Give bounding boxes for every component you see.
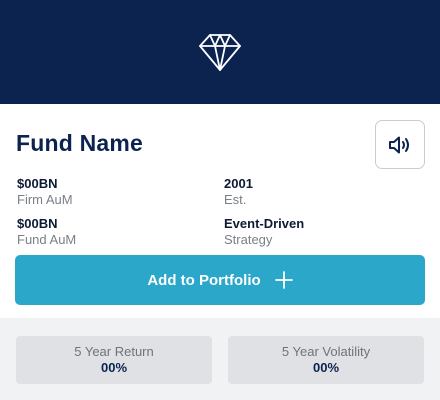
metric-5-year-volatility: 5 Year Volatility 00%: [228, 336, 424, 384]
add-to-portfolio-button[interactable]: Add to Portfolio: [15, 255, 425, 305]
stat-value: $00BN: [17, 176, 58, 191]
stat-value: 2001: [224, 176, 253, 191]
plus-icon: [274, 271, 293, 289]
add-to-portfolio-label: Add to Portfolio: [147, 271, 261, 289]
stat-value: Event-Driven: [224, 216, 305, 231]
metrics-footer: 5 Year Return 00% 5 Year Volatility 00%: [0, 318, 440, 400]
diamond-icon: [198, 32, 242, 72]
stat-strategy: Event-Driven Strategy: [224, 216, 304, 248]
fund-card: Fund Name $00BN Firm AuM 2001 Est. $00BN…: [0, 104, 440, 318]
metric-5-year-return: 5 Year Return 00%: [16, 336, 212, 384]
metric-label: 5 Year Return: [74, 344, 154, 359]
stat-label: Strategy: [224, 232, 273, 247]
metric-value: 00%: [100, 360, 128, 375]
metric-value: 00%: [312, 360, 340, 375]
stat-label: Firm AuM: [17, 192, 73, 207]
hero-banner: [0, 0, 440, 104]
fund-name: Fund Name: [16, 130, 144, 156]
metric-label: 5 Year Volatility: [281, 344, 371, 359]
stat-fund-aum: $00BN Fund AuM: [17, 216, 76, 248]
stat-label: Est.: [224, 192, 247, 207]
stat-established: 2001 Est.: [224, 176, 253, 208]
sound-button[interactable]: [375, 120, 425, 169]
stat-label: Fund AuM: [17, 232, 77, 247]
stat-value: $00BN: [17, 216, 58, 231]
stat-firm-aum: $00BN Firm AuM: [17, 176, 73, 208]
speaker-icon: [387, 134, 413, 156]
